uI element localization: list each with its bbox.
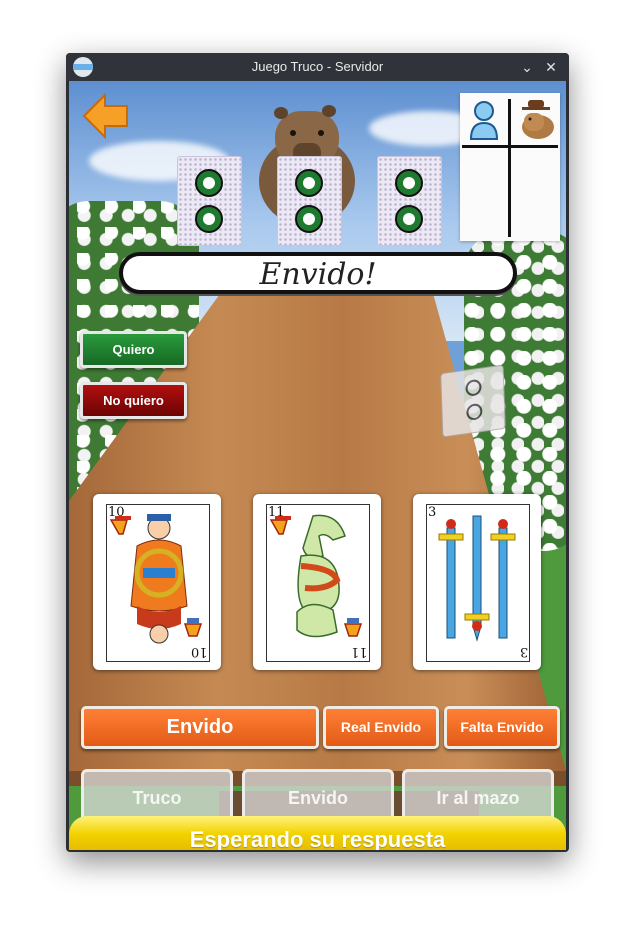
quiero-button[interactable]: Quiero <box>80 331 187 368</box>
real-envido-button[interactable]: Real Envido <box>323 706 439 749</box>
club-emblem-icon <box>195 169 223 197</box>
speech-bubble: Envido! <box>119 252 517 294</box>
falta-envido-button[interactable]: Falta Envido <box>444 706 560 749</box>
title-bar: Juego Truco - Servidor ⌄ ✕ <box>66 53 569 81</box>
caballo-de-copas-figure <box>269 514 363 638</box>
status-text: Esperando su respuesta <box>189 827 446 850</box>
minimize-button[interactable]: ⌄ <box>515 53 539 81</box>
opponent-card <box>377 156 442 246</box>
capybara-icon <box>522 100 554 139</box>
club-emblem-icon <box>395 169 423 197</box>
score-card <box>460 93 560 241</box>
deck-emblem-icon <box>465 378 482 397</box>
club-emblem-icon <box>295 169 323 197</box>
hand-card-3[interactable]: 3 3 <box>413 494 541 670</box>
back-arrow-icon[interactable] <box>81 91 131 141</box>
speech-text: Envido! <box>259 257 377 292</box>
close-button[interactable]: ✕ <box>539 53 563 81</box>
sota-de-copas-figure <box>109 514 203 644</box>
opponent-card <box>177 156 242 246</box>
sword-icon <box>438 519 464 639</box>
tres-de-espadas-figure <box>438 515 516 642</box>
app-window: Juego Truco - Servidor ⌄ ✕ Envido! Quier… <box>66 53 569 852</box>
no-quiero-button[interactable]: No quiero <box>80 382 187 419</box>
hand-card-1[interactable]: 10 10 <box>93 494 221 670</box>
window-title: Juego Truco - Servidor <box>251 59 384 74</box>
club-emblem-icon <box>195 205 223 233</box>
status-bar: Esperando su respuesta <box>69 816 566 850</box>
hand-card-2[interactable]: 11 11 <box>253 494 381 670</box>
person-icon <box>469 101 499 140</box>
opponent-card <box>277 156 342 246</box>
club-emblem-icon <box>295 205 323 233</box>
card-deck <box>440 364 506 438</box>
club-emblem-icon <box>395 205 423 233</box>
sword-icon <box>464 515 490 642</box>
deck-emblem-icon <box>466 402 483 422</box>
sword-icon <box>490 519 516 639</box>
game-canvas: Envido! Quiero No quiero 10 10 11 11 3 3… <box>69 81 566 850</box>
envido-button[interactable]: Envido <box>81 706 319 749</box>
